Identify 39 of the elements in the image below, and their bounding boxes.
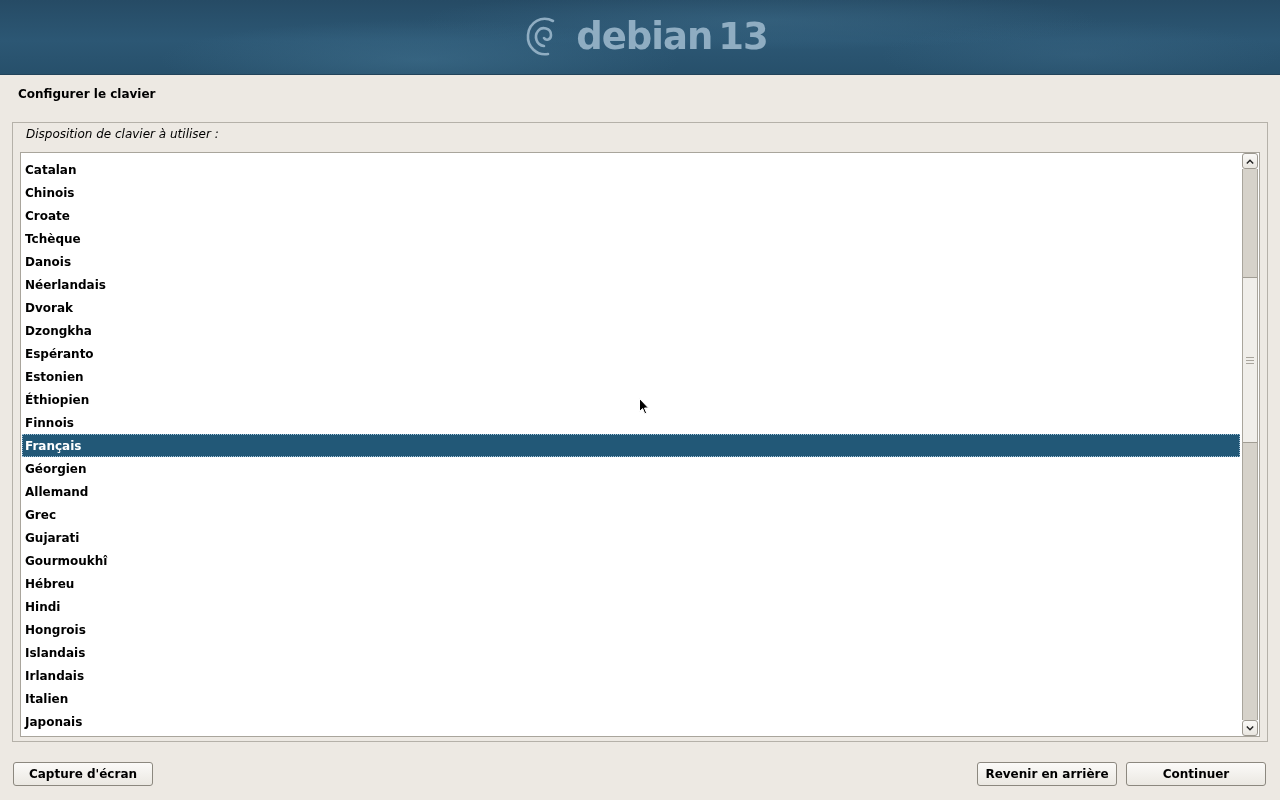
scroll-up-button[interactable]: [1242, 153, 1258, 169]
list-item[interactable]: Néerlandais: [22, 273, 1240, 296]
list-item[interactable]: Estonien: [22, 365, 1240, 388]
list-item[interactable]: Français: [22, 434, 1240, 457]
list-item[interactable]: Géorgien: [22, 457, 1240, 480]
list-item[interactable]: Éthiopien: [22, 388, 1240, 411]
list-item[interactable]: Chinois: [22, 181, 1240, 204]
list-item[interactable]: Dzongkha: [22, 319, 1240, 342]
logo-version: 13: [718, 15, 768, 59]
list-item[interactable]: Japonais: [22, 710, 1240, 733]
list-item[interactable]: Hébreu: [22, 572, 1240, 595]
list-item[interactable]: Grec: [22, 503, 1240, 526]
grip-lines-icon: [1246, 356, 1254, 364]
list-item[interactable]: Gourmoukhî: [22, 549, 1240, 572]
question-label: Disposition de clavier à utiliser :: [26, 127, 219, 141]
scroll-down-button[interactable]: [1242, 720, 1258, 736]
list-item[interactable]: Gujarati: [22, 526, 1240, 549]
mouse-pointer-icon: [639, 398, 649, 415]
list-item[interactable]: Italien: [22, 687, 1240, 710]
back-button[interactable]: Revenir en arrière: [977, 762, 1117, 786]
logo-wordmark: debian: [576, 15, 713, 59]
list-item[interactable]: Irlandais: [22, 664, 1240, 687]
screenshot-button[interactable]: Capture d'écran: [13, 762, 153, 786]
list-item[interactable]: Islandais: [22, 641, 1240, 664]
list-item[interactable]: Croate: [22, 204, 1240, 227]
list-item[interactable]: Danois: [22, 250, 1240, 273]
continue-button[interactable]: Continuer: [1126, 762, 1266, 786]
list-item[interactable]: Dvorak: [22, 296, 1240, 319]
list-item[interactable]: Hindi: [22, 595, 1240, 618]
list-item[interactable]: Finnois: [22, 411, 1240, 434]
list-item[interactable]: Espéranto: [22, 342, 1240, 365]
list-item[interactable]: Hongrois: [22, 618, 1240, 641]
list-item[interactable]: Catalan: [22, 158, 1240, 181]
chevron-up-icon: [1246, 158, 1254, 164]
list-item[interactable]: Tchèque: [22, 227, 1240, 250]
chevron-down-icon: [1246, 725, 1254, 731]
scrollbar-thumb[interactable]: [1243, 277, 1257, 443]
list-item[interactable]: Allemand: [22, 480, 1240, 503]
page-title: Configurer le clavier: [17, 86, 157, 101]
